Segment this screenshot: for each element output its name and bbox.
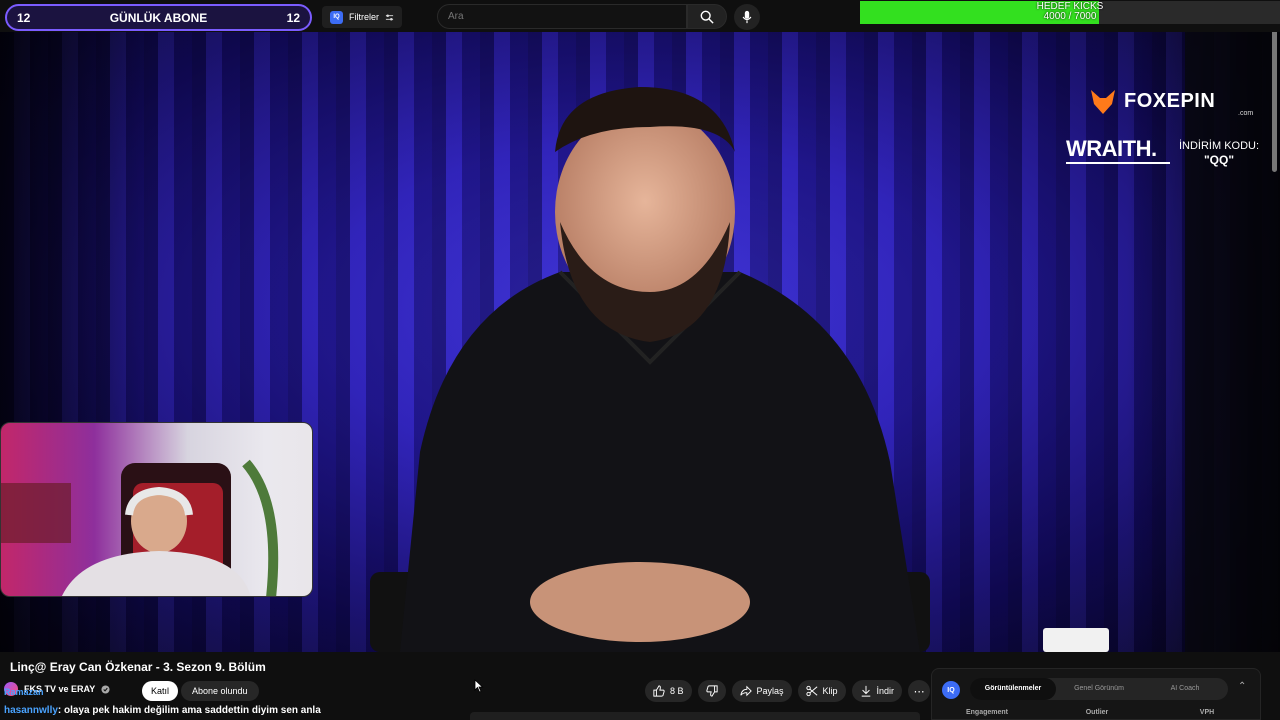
sub-count-left: 12 <box>17 10 31 25</box>
column-outlier: Outlier <box>1085 709 1109 716</box>
join-button[interactable]: Katıl <box>142 681 179 701</box>
iq-tabs: Görüntülenmeler Genel Görünüm AI Coach <box>970 678 1228 700</box>
scissors-icon <box>805 685 817 697</box>
filters-label: Filtreler <box>349 12 380 22</box>
mouse-cursor-icon <box>474 679 484 693</box>
chat-message: hasannwlly: olaya pek hakim değilim ama … <box>4 705 321 716</box>
clip-button[interactable]: Klip <box>797 680 846 702</box>
promo-code-value: "QQ" <box>1203 153 1235 167</box>
like-count: 8 B <box>670 686 684 696</box>
comment-bar <box>470 712 920 720</box>
webcam-overlay <box>0 422 313 597</box>
more-icon: ⋯ <box>913 685 925 698</box>
microphone-icon <box>742 10 752 24</box>
search-button[interactable] <box>687 4 727 29</box>
chevron-up-icon[interactable]: ⌃ <box>1238 681 1246 692</box>
promo-code: İNDİRİM KODU: "QQ" <box>1174 139 1264 167</box>
daily-sub-goal: 12 GÜNLÜK ABONE 12 <box>5 4 312 31</box>
video-actions: 8 B Paylaş Klip İndir ⋯ <box>645 680 931 702</box>
search-icon <box>700 10 714 24</box>
chat-text: : olaya pek hakim değilim ama saddettin … <box>57 705 321 716</box>
foxepin-logo: FOXEPIN .com <box>1088 86 1253 117</box>
dislike-button[interactable] <box>697 680 726 702</box>
iq-columns: Engagement Outlier VPH <box>932 709 1262 716</box>
voice-search-button[interactable] <box>734 4 760 30</box>
like-button[interactable]: 8 B <box>645 680 692 702</box>
search-box <box>437 4 687 29</box>
search-input[interactable] <box>448 11 686 22</box>
iq-analytics-panel: IQ Görüntülenmeler Genel Görünüm AI Coac… <box>931 668 1261 720</box>
foxepin-word: FOXEPIN <box>1124 89 1216 112</box>
scrollbar[interactable] <box>1272 26 1277 172</box>
webcam-feed <box>1 459 279 596</box>
more-actions-button[interactable]: ⋯ <box>908 680 931 702</box>
video-title: Linç@ Eray Can Özkenar - 3. Sezon 9. Böl… <box>10 660 266 674</box>
clip-label: Klip <box>822 686 838 696</box>
tab-views[interactable]: Görüntülenmeler <box>970 678 1056 700</box>
thumbs-down-icon <box>705 685 718 697</box>
subscribed-button[interactable]: Abone olundu <box>181 681 259 701</box>
tab-ai-coach[interactable]: AI Coach <box>1142 678 1228 700</box>
share-icon <box>739 685 752 697</box>
download-button[interactable]: İndir <box>851 680 903 702</box>
chat-username: Ramazan <box>4 687 44 697</box>
foxepin-domain: .com <box>1238 110 1254 117</box>
iq-badge: IQ <box>330 10 343 24</box>
download-label: İndir <box>876 686 895 696</box>
sub-count-right: 12 <box>286 10 300 25</box>
chat-username: hasannwlly <box>4 705 58 716</box>
column-vph: VPH <box>1199 709 1215 716</box>
wraith-underline <box>1066 162 1170 164</box>
promo-line: İNDİRİM KODU: <box>1178 140 1260 152</box>
verified-icon <box>101 684 110 694</box>
download-icon <box>861 685 870 697</box>
thumbs-up-icon <box>653 685 665 697</box>
sub-goal-label: GÜNLÜK ABONE <box>109 10 208 25</box>
column-engagement: Engagement <box>965 709 1008 716</box>
filters-button[interactable]: IQ Filtreler <box>322 6 403 28</box>
kick-goal-progress: 4000 / 7000 <box>1043 11 1097 22</box>
kick-goal-bar: HEDEF KICKS 4000 / 7000 <box>860 1 1280 24</box>
iq-logo: IQ <box>942 681 960 699</box>
share-button[interactable]: Paylaş <box>731 680 792 702</box>
sliders-icon <box>385 13 394 21</box>
share-label: Paylaş <box>756 686 784 696</box>
wraith-logo: WRAITH. <box>1066 136 1157 161</box>
fox-icon <box>1091 90 1115 114</box>
tab-overview[interactable]: Genel Görünüm <box>1056 678 1142 700</box>
